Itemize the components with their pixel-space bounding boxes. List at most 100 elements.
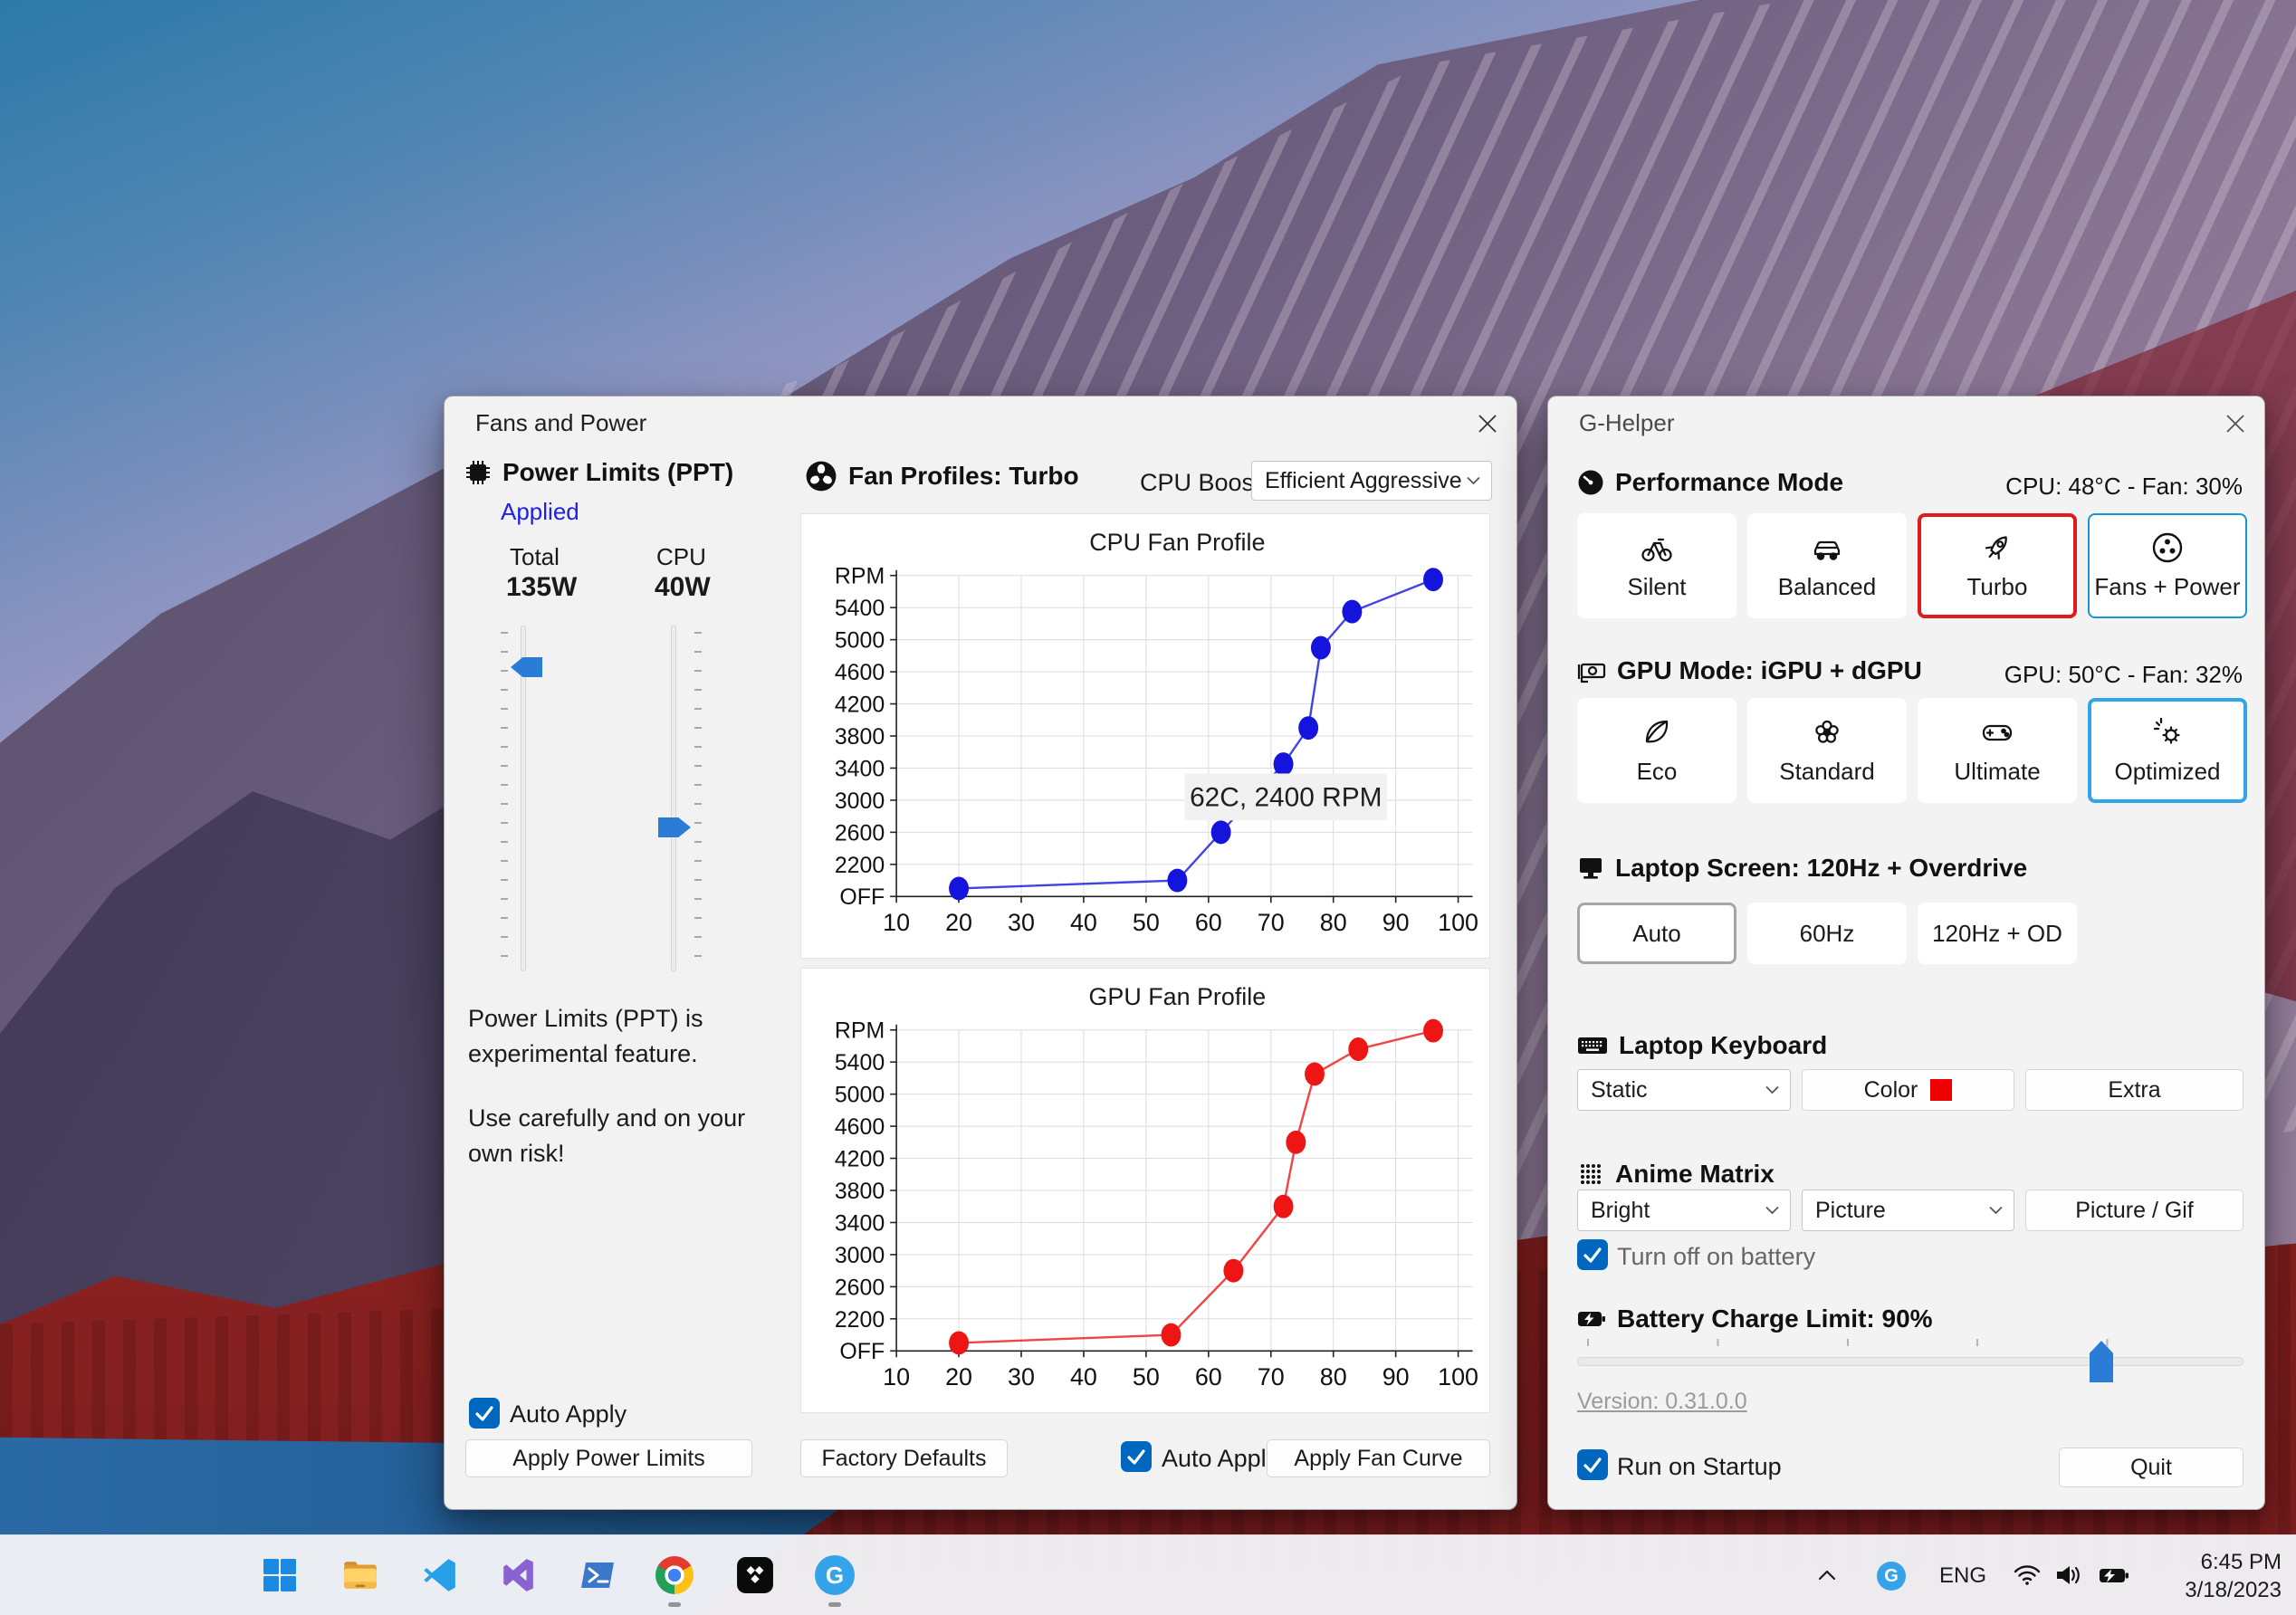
chrome-icon[interactable] [654, 1554, 695, 1596]
matrix-icon [1581, 1164, 1601, 1184]
svg-text:30: 30 [1008, 909, 1035, 936]
mode-button-fans-power[interactable]: Fans + Power [2088, 513, 2247, 618]
svg-text:5400: 5400 [835, 1050, 885, 1075]
fan-auto-apply-checkbox[interactable] [1121, 1441, 1152, 1472]
clock[interactable]: 6:45 PM 3/18/2023 [2185, 1535, 2282, 1615]
gpu-button-ultimate[interactable]: Ultimate [1918, 698, 2077, 803]
windows-logo-icon [263, 1559, 296, 1591]
g-helper-tray-icon[interactable]: G [1876, 1561, 1907, 1591]
turn-off-on-battery-checkbox[interactable] [1577, 1239, 1608, 1270]
svg-text:20: 20 [945, 909, 972, 936]
svg-text:50: 50 [1133, 909, 1160, 936]
window-title: Fans and Power [475, 409, 647, 436]
svg-text:2600: 2600 [835, 820, 885, 846]
check-icon [1127, 1449, 1145, 1465]
run-on-startup-checkbox[interactable] [1577, 1449, 1608, 1480]
svg-text:10: 10 [883, 1363, 910, 1390]
tray-date: 3/18/2023 [2185, 1577, 2282, 1602]
picture-gif-button[interactable]: Picture / Gif [2025, 1190, 2243, 1231]
battery-charge-icon [1578, 1312, 1605, 1326]
mode-button-silent[interactable]: Silent [1577, 513, 1736, 618]
close-icon[interactable] [1473, 409, 1502, 438]
language-indicator[interactable]: ENG [1939, 1535, 1986, 1615]
start-button[interactable] [259, 1554, 301, 1596]
cpu-boost-dropdown[interactable]: Efficient Aggressive [1251, 461, 1492, 501]
svg-text:OFF: OFF [839, 884, 885, 910]
chevron-down-icon [1765, 1206, 1779, 1215]
battery-limit-heading: Battery Charge Limit: 90% [1577, 1304, 1933, 1333]
powershell-icon[interactable] [577, 1554, 618, 1596]
svg-text:2200: 2200 [835, 1307, 885, 1333]
cpu-slider-handle[interactable] [658, 817, 691, 837]
cpu-fan-profile-chart[interactable]: 10 20 30 40 50 60 70 80 90 100 OFF 2200 2600 3000 3400… [800, 513, 1490, 959]
svg-text:4200: 4200 [835, 1147, 885, 1172]
svg-text:60: 60 [1195, 909, 1222, 936]
keyboard-extra-button[interactable]: Extra [2025, 1069, 2243, 1111]
mode-button-turbo[interactable]: Turbo [1918, 513, 2077, 618]
svg-text:20: 20 [945, 1363, 972, 1390]
svg-text:RPM: RPM [835, 564, 885, 589]
battery-icon[interactable] [2095, 1559, 2133, 1591]
cpu-value: 40W [655, 572, 711, 602]
check-icon [1583, 1247, 1602, 1263]
battery-slider-handle[interactable] [2090, 1341, 2113, 1382]
fan-auto-apply-label: Auto Apply [1162, 1445, 1279, 1472]
gpu-mode-heading: GPU Mode: iGPU + dGPU [1577, 656, 1922, 685]
gpu-button-eco[interactable]: Eco [1577, 698, 1736, 803]
total-slider-track[interactable] [521, 626, 526, 971]
matrix-brightness-dropdown[interactable]: Bright [1577, 1190, 1791, 1231]
running-indicator [668, 1602, 681, 1607]
keyboard-mode-dropdown[interactable]: Static [1577, 1069, 1791, 1111]
total-slider-handle[interactable] [511, 657, 542, 677]
cpu-temp-status: CPU: 48°C - Fan: 30% [2005, 473, 2243, 500]
quit-button[interactable]: Quit [2059, 1448, 2243, 1487]
gpu-fan-profile-chart[interactable]: 10 20 30 40 50 60 70 80 90 100 OFF 2200 2600 3000 3400… [800, 968, 1490, 1413]
svg-text:5400: 5400 [835, 596, 885, 621]
svg-text:2200: 2200 [835, 853, 885, 878]
desktop: Fans and Power Power Limits (PPT) Applie… [0, 0, 2296, 1615]
keyboard-color-button[interactable]: Color [1802, 1069, 2014, 1111]
svg-text:RPM: RPM [835, 1018, 885, 1044]
svg-text:10: 10 [883, 909, 910, 936]
mode-button-balanced[interactable]: Balanced [1747, 513, 1907, 618]
fans-and-power-window: Fans and Power Power Limits (PPT) Applie… [444, 396, 1517, 1510]
anime-matrix-heading: Anime Matrix [1577, 1160, 1775, 1189]
svg-text:60: 60 [1195, 1363, 1222, 1390]
screen-button-60hz[interactable]: 60Hz [1747, 903, 1907, 964]
cpu-slider-track[interactable] [671, 626, 676, 971]
color-swatch [1930, 1079, 1953, 1101]
svg-text:4200: 4200 [835, 693, 885, 718]
laptop-keyboard-heading: Laptop Keyboard [1577, 1031, 1827, 1060]
gpu-button-optimized[interactable]: Optimized [2088, 698, 2247, 803]
file-explorer-icon[interactable] [340, 1554, 381, 1596]
fan-icon [806, 461, 837, 492]
apply-fan-curve-button[interactable]: Apply Fan Curve [1267, 1439, 1490, 1477]
total-slider-ticks [501, 632, 508, 963]
vscode-icon[interactable] [419, 1554, 461, 1596]
g-helper-taskbar-icon[interactable]: G [814, 1554, 856, 1596]
svg-text:CPU Fan Profile: CPU Fan Profile [1089, 529, 1265, 556]
gpu-button-standard[interactable]: Standard [1747, 698, 1907, 803]
factory-defaults-button[interactable]: Factory Defaults [800, 1439, 1008, 1477]
power-auto-apply-checkbox[interactable] [469, 1398, 500, 1429]
visual-studio-icon[interactable] [497, 1554, 539, 1596]
apply-power-limits-button[interactable]: Apply Power Limits [465, 1439, 752, 1477]
total-value: 135W [506, 572, 578, 602]
volume-icon[interactable] [2052, 1559, 2086, 1591]
tray-chevron-up-icon[interactable] [1811, 1559, 1843, 1591]
close-icon[interactable] [2221, 409, 2250, 438]
matrix-mode-dropdown[interactable]: Picture [1802, 1190, 2014, 1231]
cpu-boost-label: CPU Boost [1140, 469, 1261, 496]
battery-slider-track[interactable] [1577, 1357, 2243, 1366]
screen-button-auto[interactable]: Auto [1577, 903, 1736, 964]
wifi-icon[interactable] [2010, 1559, 2044, 1591]
diamond-app-icon[interactable] [734, 1554, 776, 1596]
gamepad-icon [1982, 724, 2013, 741]
version-link[interactable]: Version: 0.31.0.0 [1577, 1389, 1747, 1415]
screen-button-120hz-od[interactable]: 120Hz + OD [1918, 903, 2077, 964]
svg-text:50: 50 [1133, 1363, 1160, 1390]
svg-text:4600: 4600 [835, 660, 885, 685]
svg-text:3000: 3000 [835, 1243, 885, 1268]
running-indicator [828, 1602, 841, 1607]
svg-text:4600: 4600 [835, 1114, 885, 1140]
